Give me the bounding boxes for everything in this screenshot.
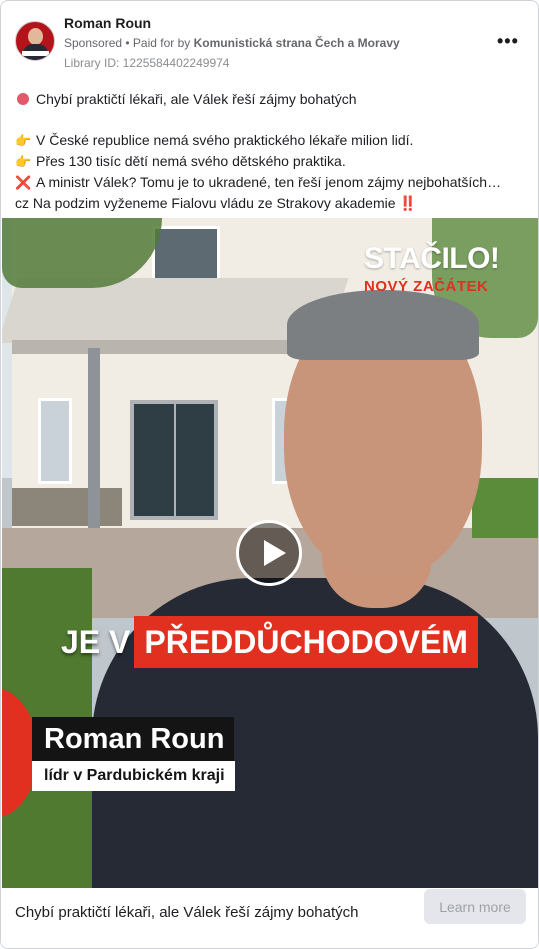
- entrance-door: [130, 400, 218, 520]
- ad-card: Roman Roun Sponsored • Paid for by Komun…: [0, 0, 539, 949]
- author-name[interactable]: Roman Roun: [64, 15, 151, 31]
- body-line-2: 👉 V České republice nemá svého praktickéh…: [15, 130, 525, 151]
- building-window: [38, 398, 72, 484]
- video-caption: JE V PŘEDDŮCHODOVÉM: [57, 616, 478, 668]
- lower-third-name: Roman Roun: [32, 717, 235, 761]
- post-body: Chybí praktičtí lékaři, ale Válek řeší z…: [15, 89, 525, 213]
- pointing-hand-icon: 👉: [15, 154, 32, 169]
- learn-more-button[interactable]: Learn more: [424, 889, 526, 924]
- video-player[interactable]: STAČILO! NOVÝ ZAČÁTEK JE V PŘEDDŮCHODOVÉM…: [2, 218, 538, 888]
- grass: [472, 478, 538, 538]
- stone-wall: [12, 488, 122, 526]
- body-line-4: ❌ A ministr Válek? Tomu je to ukradené, t…: [15, 172, 525, 193]
- ad-footer: Chybí praktičtí lékaři, ale Válek řeší z…: [2, 888, 538, 948]
- building-window: [152, 226, 220, 284]
- body-line-5: cz Na podzim vyženeme Fialovu vládu ze S…: [15, 195, 417, 211]
- sponsored-label: Sponsored: [64, 36, 123, 50]
- ellipsis-icon[interactable]: •••: [497, 31, 519, 52]
- avatar-badge: [22, 51, 49, 56]
- body-line-1: Chybí praktičtí lékaři, ale Válek řeší z…: [15, 89, 525, 110]
- cross-mark-icon: ❌: [15, 175, 32, 190]
- caption-white-text: JE V: [61, 624, 131, 660]
- sponsored-meta: Sponsored • Paid for by Komunistická str…: [64, 36, 400, 50]
- library-id: Library ID: 1225584402249974: [64, 56, 230, 70]
- canopy-edge: [12, 340, 312, 354]
- caption-red-text: PŘEDDŮCHODOVÉM: [134, 616, 478, 668]
- person-hair: [287, 290, 479, 360]
- pointing-hand-icon: 👉: [15, 133, 32, 148]
- sponsor-name[interactable]: Komunistická strana Čech a Moravy: [194, 36, 400, 50]
- lower-third-role: lídr v Pardubickém kraji: [32, 761, 235, 791]
- party-logo-subtitle: NOVÝ ZAČÁTEK: [364, 278, 489, 295]
- red-circle-icon: [15, 90, 31, 110]
- body-line-3: 👉 Přes 130 tisíc dětí nemá svého dětského…: [15, 151, 525, 172]
- author-avatar[interactable]: [15, 21, 55, 61]
- ad-headline[interactable]: Chybí praktičtí lékaři, ale Válek řeší z…: [15, 904, 358, 921]
- party-logo-title: STAČILO!: [364, 242, 500, 275]
- paid-for-label: Paid for by: [132, 36, 194, 50]
- play-icon[interactable]: [236, 520, 302, 586]
- double-exclamation-icon: ‼️: [399, 195, 417, 211]
- avatar-face: [28, 28, 43, 45]
- meta-separator: •: [122, 36, 133, 50]
